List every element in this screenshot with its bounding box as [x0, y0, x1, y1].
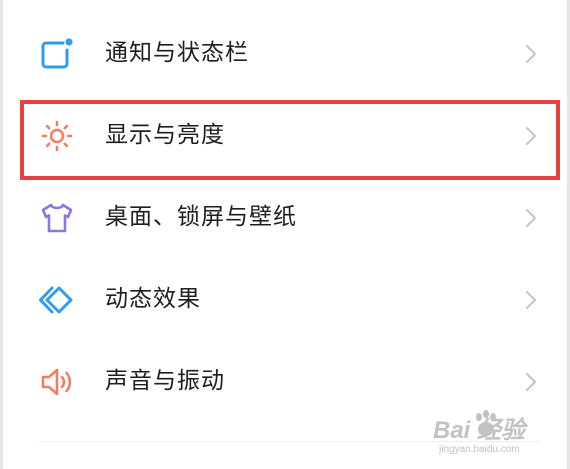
- paw-logo-icon: [476, 410, 496, 436]
- notification-icon: [41, 38, 73, 69]
- settings-item-animation-effects[interactable]: 动态效果: [3, 258, 570, 340]
- speaker-icon: [41, 368, 72, 396]
- baidu-watermark: Bai 经验 jingyan.baidu.com: [433, 408, 551, 464]
- settings-screen: 通知与状态栏 显示与亮度 桌面、锁屏与壁纸 动态效果 声音与振动 Bai 经验 …: [0, 0, 570, 469]
- settings-item-label: 桌面、锁屏与壁纸: [105, 204, 297, 230]
- chevron-right-icon: [526, 373, 536, 391]
- settings-item-label: 声音与振动: [105, 368, 225, 394]
- highlight-annotation-box: [20, 100, 560, 180]
- watermark-url: jingyan.baidu.com: [439, 444, 520, 455]
- chevron-right-icon: [526, 291, 536, 309]
- settings-list: 通知与状态栏 显示与亮度 桌面、锁屏与壁纸 动态效果 声音与振动: [3, 12, 570, 422]
- diamond-icon: [39, 286, 73, 314]
- settings-item-desktop-lockscreen-wallpaper[interactable]: 桌面、锁屏与壁纸: [3, 176, 570, 258]
- chevron-right-icon: [526, 209, 536, 227]
- tshirt-icon: [41, 203, 73, 233]
- settings-item-label: 通知与状态栏: [105, 40, 249, 66]
- chevron-right-icon: [526, 45, 536, 63]
- settings-item-notifications[interactable]: 通知与状态栏: [3, 12, 570, 94]
- settings-item-label: 动态效果: [105, 286, 201, 312]
